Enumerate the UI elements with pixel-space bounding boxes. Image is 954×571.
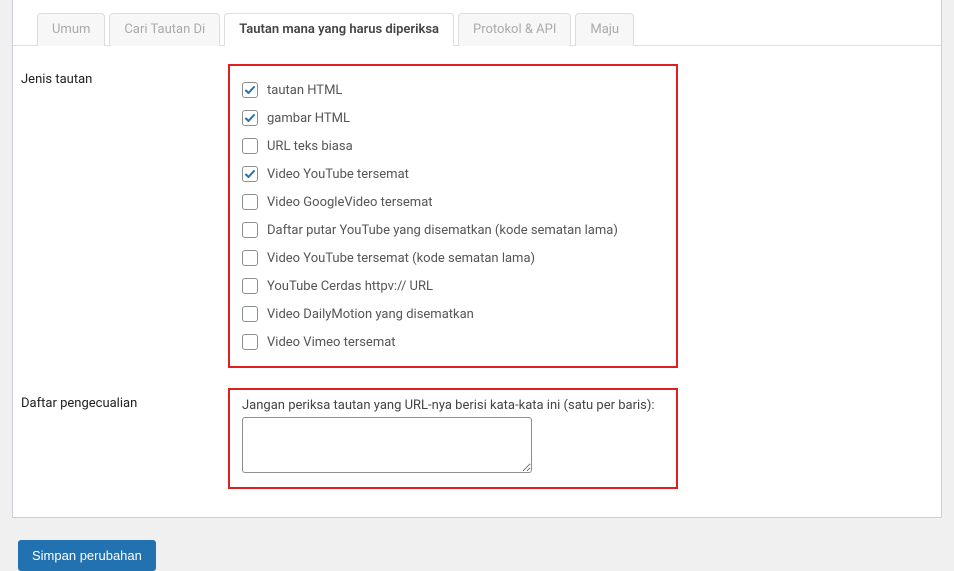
checkbox-1[interactable] xyxy=(242,110,258,126)
link-type-row-5[interactable]: Daftar putar YouTube yang disematkan (ko… xyxy=(242,216,664,244)
settings-panel: UmumCari Tautan DiTautan mana yang harus… xyxy=(12,0,942,518)
link-type-row-7[interactable]: YouTube Cerdas httpv:// URL xyxy=(242,272,664,300)
checkbox-3[interactable] xyxy=(242,166,258,182)
link-types-box: tautan HTML gambar HTML URL teks biasa Vide… xyxy=(228,64,678,368)
tab-2[interactable]: Tautan mana yang harus diperiksa xyxy=(224,13,454,46)
checkbox-7[interactable] xyxy=(242,278,258,294)
link-type-row-4[interactable]: Video GoogleVideo tersemat xyxy=(242,188,664,216)
tab-0[interactable]: Umum xyxy=(37,13,105,46)
checkbox-5[interactable] xyxy=(242,222,258,238)
link-type-row-2[interactable]: URL teks biasa xyxy=(242,132,664,160)
checkbox-label-7: YouTube Cerdas httpv:// URL xyxy=(267,279,433,294)
checkbox-label-9: Video Vimeo tersemat xyxy=(267,335,396,350)
tabs-nav: UmumCari Tautan DiTautan mana yang harus… xyxy=(13,0,941,46)
checkbox-label-8: Video DailyMotion yang disematkan xyxy=(267,307,474,322)
checkbox-label-0: tautan HTML xyxy=(267,83,342,98)
tab-1[interactable]: Cari Tautan Di xyxy=(109,13,220,46)
save-button[interactable]: Simpan perubahan xyxy=(18,540,156,571)
checkbox-label-2: URL teks biasa xyxy=(267,139,353,154)
checkbox-label-4: Video GoogleVideo tersemat xyxy=(267,195,433,210)
link-type-row-9[interactable]: Video Vimeo tersemat xyxy=(242,328,664,356)
section-title-link-types: Jenis tautan xyxy=(13,54,228,378)
exclusion-label: Jangan periksa tautan yang URL-nya beris… xyxy=(242,398,664,413)
link-type-row-6[interactable]: Video YouTube tersemat (kode sematan lam… xyxy=(242,244,664,272)
checkbox-8[interactable] xyxy=(242,306,258,322)
checkbox-4[interactable] xyxy=(242,194,258,210)
link-type-row-0[interactable]: tautan HTML xyxy=(242,76,664,104)
checkbox-2[interactable] xyxy=(242,138,258,154)
checkbox-6[interactable] xyxy=(242,250,258,266)
checkbox-label-1: gambar HTML xyxy=(267,111,350,126)
exclusion-box: Jangan periksa tautan yang URL-nya beris… xyxy=(228,388,678,489)
link-type-row-3[interactable]: Video YouTube tersemat xyxy=(242,160,664,188)
checkbox-label-6: Video YouTube tersemat (kode sematan lam… xyxy=(267,251,535,266)
link-type-row-8[interactable]: Video DailyMotion yang disematkan xyxy=(242,300,664,328)
checkbox-9[interactable] xyxy=(242,334,258,350)
tab-3[interactable]: Protokol & API xyxy=(458,13,571,46)
link-type-row-1[interactable]: gambar HTML xyxy=(242,104,664,132)
checkbox-label-3: Video YouTube tersemat xyxy=(267,167,409,182)
tab-4[interactable]: Maju xyxy=(575,13,634,46)
section-title-exclusion: Daftar pengecualian xyxy=(13,378,228,499)
form-table: Jenis tautan tautan HTML gambar HTML URL t… xyxy=(13,54,941,499)
checkbox-label-5: Daftar putar YouTube yang disematkan (ko… xyxy=(267,223,618,238)
exclusion-textarea[interactable] xyxy=(242,417,532,473)
checkbox-0[interactable] xyxy=(242,82,258,98)
